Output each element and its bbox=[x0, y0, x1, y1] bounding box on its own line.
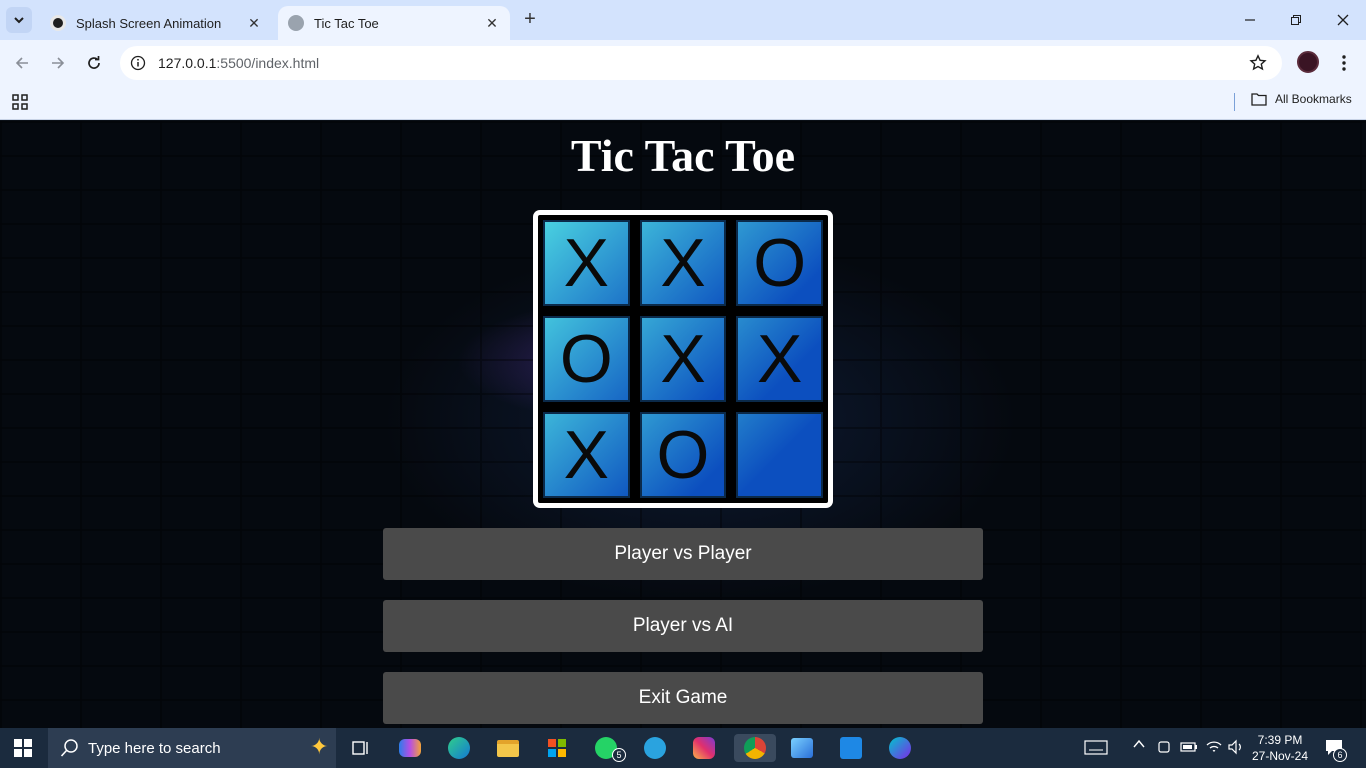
url-host: 127.0.0.1 bbox=[158, 55, 217, 71]
board-cell: O bbox=[639, 412, 727, 498]
openai-favicon-icon bbox=[50, 15, 66, 31]
taskbar-search-box[interactable]: Type here to search ✦ bbox=[48, 728, 336, 768]
chevron-down-icon bbox=[14, 17, 24, 24]
profile-avatar[interactable] bbox=[1297, 51, 1319, 73]
exit-game-button[interactable]: Exit Game bbox=[383, 672, 983, 724]
bookmark-star-icon[interactable] bbox=[1248, 53, 1268, 73]
more-vertical-icon bbox=[1342, 55, 1346, 71]
task-view-icon[interactable] bbox=[346, 734, 376, 762]
page-title: Tic Tac Toe bbox=[570, 130, 796, 181]
reload-icon bbox=[88, 56, 100, 69]
vscode-icon[interactable] bbox=[836, 734, 866, 762]
back-button[interactable] bbox=[10, 51, 34, 75]
url-path: :5500/index.html bbox=[216, 55, 320, 71]
board-cell: X bbox=[543, 220, 630, 306]
apps-grid-icon[interactable] bbox=[11, 93, 29, 111]
tab-tic-tac-toe[interactable]: Tic Tac Toe ✕ bbox=[278, 6, 510, 40]
browser-tab-bar: Splash Screen Animation ✕ Tic Tac Toe ✕ … bbox=[0, 0, 1366, 40]
canva-icon[interactable] bbox=[885, 734, 915, 762]
search-placeholder: Type here to search bbox=[88, 739, 221, 757]
close-tab-icon[interactable]: ✕ bbox=[246, 15, 262, 32]
board-cell: X bbox=[736, 316, 823, 402]
game-page: Tic Tac Toe X X O O X X X O Player vs Pl… bbox=[0, 121, 1366, 728]
wifi-icon[interactable] bbox=[1205, 739, 1223, 758]
windows-start-icon[interactable] bbox=[14, 739, 32, 757]
notifications-badge: 6 bbox=[1333, 748, 1347, 762]
arrow-left-icon bbox=[15, 57, 28, 69]
whatsapp-badge: 5 bbox=[612, 748, 626, 762]
minimize-button[interactable] bbox=[1238, 8, 1262, 32]
volume-icon[interactable] bbox=[1227, 739, 1245, 758]
close-tab-icon[interactable]: ✕ bbox=[484, 15, 500, 32]
search-icon bbox=[60, 739, 78, 757]
tab-search-button[interactable] bbox=[6, 7, 32, 33]
game-logo-board: X X O O X X X O bbox=[533, 210, 833, 508]
board-cell: X bbox=[639, 220, 727, 306]
board-cell: X bbox=[543, 412, 630, 498]
telegram-icon[interactable] bbox=[640, 734, 670, 762]
clock-date: 27-Nov-24 bbox=[1251, 749, 1309, 763]
bookmarks-bar: All Bookmarks bbox=[0, 86, 1366, 120]
board-cell bbox=[736, 412, 823, 498]
tab-splash-screen[interactable]: Splash Screen Animation ✕ bbox=[40, 6, 272, 40]
board-cell: O bbox=[736, 220, 823, 306]
all-bookmarks-label: All Bookmarks bbox=[1275, 92, 1352, 106]
keyboard-layout-icon[interactable] bbox=[1084, 739, 1108, 758]
file-explorer-icon[interactable] bbox=[493, 734, 523, 762]
folder-icon bbox=[1251, 93, 1267, 106]
tab-title: Tic Tac Toe bbox=[314, 15, 379, 31]
reload-button[interactable] bbox=[82, 51, 106, 75]
meet-now-icon[interactable] bbox=[1157, 739, 1171, 758]
url-text: 127.0.0.1:5500/index.html bbox=[158, 55, 319, 71]
photos-icon[interactable] bbox=[787, 734, 817, 762]
bookmarks-divider bbox=[1234, 93, 1235, 111]
microsoft-store-icon[interactable] bbox=[542, 734, 572, 762]
browser-menu-button[interactable] bbox=[1334, 51, 1354, 75]
tab-title: Splash Screen Animation bbox=[76, 15, 222, 31]
player-vs-ai-button[interactable]: Player vs AI bbox=[383, 600, 983, 652]
new-tab-button[interactable]: + bbox=[518, 8, 542, 32]
tray-chevron-up-icon[interactable] bbox=[1132, 737, 1146, 754]
close-window-button[interactable] bbox=[1331, 8, 1355, 32]
system-clock[interactable]: 7:39 PM 27-Nov-24 bbox=[1248, 732, 1312, 764]
windows-taskbar: Type here to search ✦ 5 7:39 PM 27-Nov-2… bbox=[0, 728, 1366, 768]
board-cell: X bbox=[639, 316, 727, 402]
battery-icon[interactable] bbox=[1180, 740, 1198, 757]
tic-tac-toe-grid: X X O O X X X O bbox=[538, 215, 828, 503]
site-info-icon[interactable] bbox=[128, 53, 148, 73]
copilot-sparkle-icon: ✦ bbox=[310, 734, 329, 759]
clock-time: 7:39 PM bbox=[1257, 733, 1303, 747]
chrome-icon[interactable] bbox=[734, 734, 776, 762]
instagram-icon[interactable] bbox=[689, 734, 719, 762]
globe-favicon-icon bbox=[288, 15, 304, 31]
minimize-icon bbox=[1245, 19, 1255, 21]
restore-icon bbox=[1291, 15, 1301, 25]
edge-browser-icon[interactable] bbox=[444, 734, 474, 762]
all-bookmarks-button[interactable]: All Bookmarks bbox=[1251, 92, 1352, 106]
arrow-right-icon bbox=[52, 57, 65, 69]
player-vs-player-button[interactable]: Player vs Player bbox=[383, 528, 983, 580]
board-cell: O bbox=[543, 316, 630, 402]
copilot-icon[interactable] bbox=[395, 734, 425, 762]
forward-button[interactable] bbox=[46, 51, 70, 75]
close-icon bbox=[1337, 14, 1349, 26]
restore-button[interactable] bbox=[1284, 8, 1308, 32]
browser-toolbar: 127.0.0.1:5500/index.html bbox=[0, 40, 1366, 86]
address-bar[interactable]: 127.0.0.1:5500/index.html bbox=[120, 46, 1282, 80]
